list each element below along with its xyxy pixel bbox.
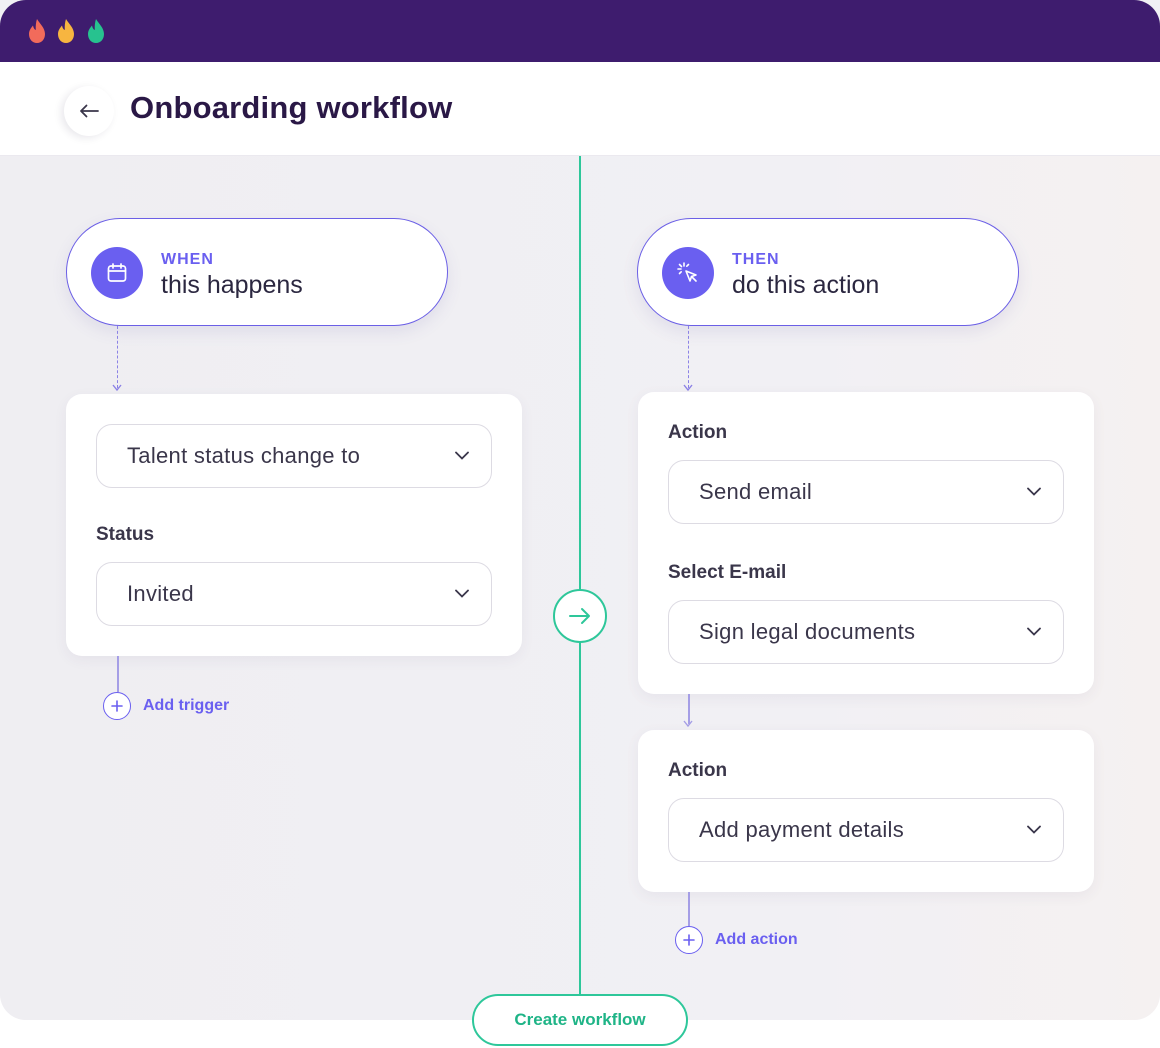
calendar-icon — [91, 247, 143, 299]
chevron-down-icon — [1027, 825, 1041, 834]
plus-icon — [675, 926, 703, 954]
arrow-left-icon — [80, 104, 99, 118]
trigger-subtitle: this happens — [161, 271, 303, 299]
chevron-down-icon — [455, 451, 469, 460]
connector-arrowhead — [112, 384, 122, 391]
flame-icon — [27, 18, 47, 44]
chevron-down-icon — [1027, 627, 1041, 636]
action-select[interactable]: Add payment details — [668, 798, 1064, 862]
status-select-value: Invited — [127, 581, 194, 606]
connector-arrowhead — [683, 720, 693, 727]
add-action-label: Add action — [715, 931, 798, 948]
flame-icon — [86, 18, 106, 44]
action-select-value: Send email — [699, 479, 813, 504]
action-label: Action — [668, 760, 728, 781]
cursor-click-icon — [662, 247, 714, 299]
add-trigger-connector — [117, 656, 119, 692]
action-kicker: THEN — [732, 251, 780, 268]
page-title: Onboarding workflow — [130, 90, 453, 125]
action-select-value: Add payment details — [699, 817, 905, 842]
add-trigger-button[interactable]: Add trigger — [103, 692, 229, 720]
back-button[interactable] — [64, 86, 114, 136]
app-window: Onboarding workflow WHEN this happens Ta… — [0, 0, 1160, 1020]
create-workflow-button[interactable]: Create workflow — [472, 994, 688, 1046]
trigger-kicker: WHEN — [161, 251, 214, 268]
status-select[interactable]: Invited — [96, 562, 492, 626]
center-connector-line — [579, 156, 581, 1020]
action-select[interactable]: Send email — [668, 460, 1064, 524]
trigger-connector — [117, 326, 118, 388]
email-select[interactable]: Sign legal documents — [668, 600, 1064, 664]
action-connector — [688, 326, 689, 388]
status-label: Status — [96, 524, 155, 545]
chevron-down-icon — [1027, 487, 1041, 496]
flame-icon — [56, 18, 76, 44]
action-card: Action Add payment details — [638, 730, 1094, 892]
title-bar — [0, 0, 1160, 62]
connector-arrowhead — [683, 384, 693, 391]
add-trigger-label: Add trigger — [143, 697, 230, 714]
add-action-connector — [688, 892, 690, 926]
add-action-button[interactable]: Add action — [675, 926, 798, 954]
event-select-value: Talent status change to — [127, 443, 361, 468]
email-label: Select E-mail — [668, 562, 787, 583]
plus-icon — [103, 692, 131, 720]
action-subtitle: do this action — [732, 271, 880, 299]
trigger-header-pill: WHEN this happens — [66, 218, 448, 326]
workflow-canvas: WHEN this happens Talent status change t… — [0, 156, 1160, 1020]
arrow-right-icon — [569, 608, 590, 624]
action-label: Action — [668, 422, 728, 443]
flow-arrow-node — [553, 589, 607, 643]
action-header-pill: THEN do this action — [637, 218, 1019, 326]
action-card: Action Send email Select E-mail Sign leg… — [638, 392, 1094, 694]
event-select[interactable]: Talent status change to — [96, 424, 492, 488]
page-header: Onboarding workflow — [0, 62, 1160, 156]
trigger-card: Talent status change to Status Invited — [66, 394, 522, 656]
email-select-value: Sign legal documents — [699, 619, 916, 644]
chevron-down-icon — [455, 589, 469, 598]
